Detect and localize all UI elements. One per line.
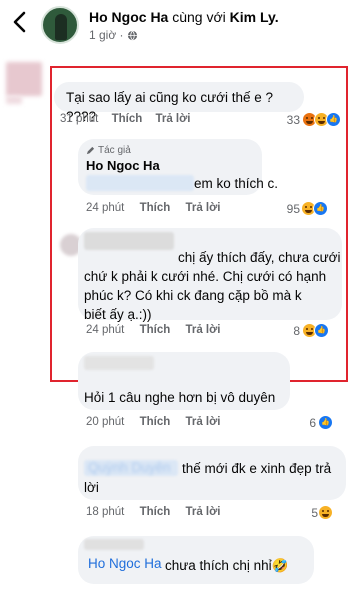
reaction-icons[interactable] <box>318 415 334 431</box>
comment-meta: 18 phút Thích Trả lời <box>86 506 220 518</box>
chevron-left-icon <box>13 11 26 33</box>
blurred-avatar <box>6 62 42 96</box>
blurred-author-name <box>84 539 144 550</box>
post-meta: 1 giờ · <box>89 28 138 42</box>
with-text: cùng với <box>172 9 226 25</box>
reaction-count[interactable]: 6 <box>300 416 316 430</box>
like-icon <box>318 415 333 430</box>
comment-meta: 20 phút Thích Trả lời <box>86 416 220 428</box>
comment-time[interactable]: 20 phút <box>86 416 124 428</box>
post-header: Ho Ngoc Ha cùng với Kim Ly. 1 giờ · <box>0 0 355 52</box>
page-name-link[interactable]: Ho Ngoc Ha <box>89 9 168 25</box>
mention-link[interactable]: Quỳnh Duyên <box>88 460 171 475</box>
back-button[interactable] <box>6 8 34 36</box>
globe-icon <box>127 30 137 40</box>
post-timestamp[interactable]: 1 giờ · <box>89 28 124 42</box>
blurred-content <box>6 96 22 104</box>
comment-text-line: lời <box>84 480 99 495</box>
comment-time[interactable]: 18 phút <box>86 506 124 518</box>
mention-link[interactable]: Ho Ngoc Ha <box>88 556 162 571</box>
post-title: Ho Ngoc Ha cùng với Kim Ly. <box>89 9 279 25</box>
highlight-box <box>50 66 348 382</box>
blurred-mention <box>84 356 154 370</box>
comment-text: chưa thích chị nhỉ🤣 <box>165 558 289 573</box>
comment-text: Hỏi 1 câu nghe hơn bị vô duyên <box>84 390 276 405</box>
reaction-count[interactable]: 5 <box>302 506 318 520</box>
page-avatar[interactable] <box>41 6 79 44</box>
tagged-name-link[interactable]: Kim Ly. <box>230 9 279 25</box>
like-button[interactable]: Thích <box>140 416 171 428</box>
reply-button[interactable]: Trả lời <box>185 416 220 428</box>
haha-icon <box>318 505 333 520</box>
reply-button[interactable]: Trả lời <box>185 506 220 518</box>
reaction-icons[interactable] <box>318 505 334 521</box>
like-button[interactable]: Thích <box>140 506 171 518</box>
comment-text-line: thế mới đk e xinh đẹp trả <box>182 461 332 476</box>
